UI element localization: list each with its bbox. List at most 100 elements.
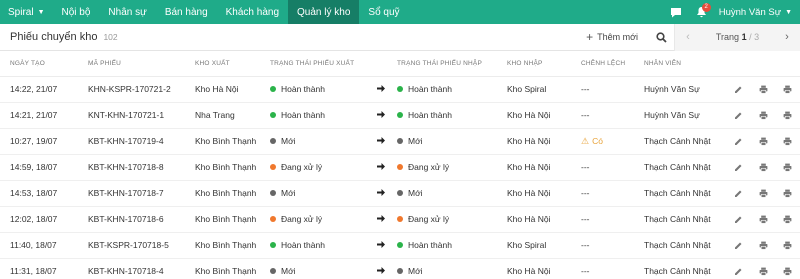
cell-from-warehouse: Kho Bình Thạnh xyxy=(195,180,270,207)
table-row[interactable]: 11:40, 18/07 KBT-KSPR-170718-5 Kho Bình Th… xyxy=(0,232,800,259)
print-icon xyxy=(783,163,792,172)
chat-button[interactable] xyxy=(663,0,689,24)
print-button-alt[interactable] xyxy=(775,76,800,103)
column-header: TRẠNG THÁI PHIẾU NHẬP xyxy=(397,51,507,77)
edit-button[interactable] xyxy=(726,258,751,279)
cell-staff: Thạch Cảnh Nhật xyxy=(644,128,726,155)
table-row[interactable]: 11:31, 18/07 KBT-KHN-170718-4 Kho Bình Thạ… xyxy=(0,258,800,279)
table-row[interactable]: 14:53, 18/07 KBT-KHN-170718-7 Kho Bình Thạ… xyxy=(0,180,800,207)
edit-button[interactable] xyxy=(726,206,751,233)
edit-icon xyxy=(735,268,742,276)
cell-staff: Huỳnh Văn Sự xyxy=(644,102,726,129)
table-row[interactable]: 14:59, 18/07 KBT-KHN-170718-8 Kho Bình Thạ… xyxy=(0,154,800,181)
print-button[interactable] xyxy=(751,102,775,129)
print-button-alt[interactable] xyxy=(775,128,800,155)
out-status-label: Hoàn thành xyxy=(281,84,325,94)
edit-button[interactable] xyxy=(726,154,751,181)
in-status-label: Mới xyxy=(408,266,423,276)
cell-date: 12:02, 18/07 xyxy=(0,206,88,233)
arrow-right-icon xyxy=(377,137,385,144)
notification-badge: 2 xyxy=(701,3,711,12)
nav-item[interactable]: Nhân sự xyxy=(99,0,155,24)
edit-button[interactable] xyxy=(726,102,751,129)
chevron-right-icon[interactable]: › xyxy=(780,31,794,43)
print-button-alt[interactable] xyxy=(775,258,800,279)
pagination: ‹ Trang 1 / 3 › xyxy=(674,23,800,51)
print-icon xyxy=(783,111,792,120)
add-new-button[interactable]: + Thêm mới xyxy=(576,24,648,51)
edit-icon xyxy=(735,242,742,250)
arrow-right-icon xyxy=(377,111,385,118)
print-button[interactable] xyxy=(751,128,775,155)
cell-difference: --- xyxy=(581,154,644,181)
cell-staff: Thạch Cảnh Nhật xyxy=(644,206,726,233)
in-status-label: Đang xử lý xyxy=(408,162,450,172)
cell-in-status: Đang xử lý xyxy=(397,154,507,181)
out-status-label: Mới xyxy=(281,266,296,276)
cell-in-status: Mới xyxy=(397,258,507,279)
table-row[interactable]: 12:02, 18/07 KBT-KHN-170718-6 Kho Bình Thạ… xyxy=(0,206,800,233)
brand-menu[interactable]: Spiral ▼ xyxy=(0,0,53,24)
page-label: Trang xyxy=(715,32,740,42)
cell-difference: ⚠ Có xyxy=(581,128,644,155)
transfer-table: NGÀY TẠO MÃ PHIẾU KHO XUẤT TRẠNG THÁI PHIẾU… xyxy=(0,51,800,279)
nav-item[interactable]: Khách hàng xyxy=(217,0,288,24)
user-menu[interactable]: Huỳnh Văn Sự ▼ xyxy=(715,7,800,18)
edit-button[interactable] xyxy=(726,232,751,259)
table-row[interactable]: 14:22, 21/07 KHN-KSPR-170721-2 Kho Hà Nội H… xyxy=(0,76,800,103)
print-icon xyxy=(759,189,767,198)
in-status-label: Mới xyxy=(408,136,423,146)
cell-out-status: Đang xử lý xyxy=(270,206,377,233)
print-button[interactable] xyxy=(751,154,775,181)
print-icon xyxy=(759,85,767,94)
print-button[interactable] xyxy=(751,180,775,207)
status-dot xyxy=(270,268,276,274)
brand-label: Spiral xyxy=(8,6,34,18)
nav-item[interactable]: Quản lý kho xyxy=(288,0,360,24)
print-button[interactable] xyxy=(751,76,775,103)
nav-item[interactable]: Nội bộ xyxy=(53,0,100,24)
chat-icon xyxy=(670,7,681,17)
navbar-right: 2 Huỳnh Văn Sự ▼ xyxy=(663,0,800,24)
print-button[interactable] xyxy=(751,258,775,279)
out-status-label: Đang xử lý xyxy=(281,162,323,172)
arrow-right-icon xyxy=(377,163,385,170)
in-status-label: Mới xyxy=(408,188,423,198)
cell-from-warehouse: Kho Bình Thạnh xyxy=(195,258,270,279)
edit-button[interactable] xyxy=(726,76,751,103)
search-button[interactable] xyxy=(648,24,674,51)
cell-code: KHN-KSPR-170721-2 xyxy=(88,76,195,103)
print-button-alt[interactable] xyxy=(775,102,800,129)
cell-difference: --- xyxy=(581,102,644,129)
table-row[interactable]: 10:27, 19/07 KBT-KHN-170719-4 Kho Bình Thạ… xyxy=(0,128,800,155)
cell-difference: --- xyxy=(581,76,644,103)
cell-date: 14:53, 18/07 xyxy=(0,180,88,207)
cell-difference: --- xyxy=(581,206,644,233)
table-body: 14:22, 21/07 KHN-KSPR-170721-2 Kho Hà Nội H… xyxy=(0,76,800,279)
arrow-right-icon xyxy=(377,85,385,92)
edit-button[interactable] xyxy=(726,180,751,207)
edit-button[interactable] xyxy=(726,128,751,155)
cell-staff: Thạch Cảnh Nhật xyxy=(644,258,726,279)
chevron-left-icon[interactable]: ‹ xyxy=(681,31,695,43)
notifications-button[interactable]: 2 xyxy=(689,0,715,24)
status-dot xyxy=(270,86,276,92)
print-button[interactable] xyxy=(751,206,775,233)
print-button-alt[interactable] xyxy=(775,154,800,181)
column-header: MÃ PHIẾU xyxy=(88,51,195,77)
print-button-alt[interactable] xyxy=(775,206,800,233)
cell-out-status: Đang xử lý xyxy=(270,154,377,181)
nav-item[interactable]: Bán hàng xyxy=(156,0,217,24)
cell-code: KBT-KHN-170718-6 xyxy=(88,206,195,233)
nav-item[interactable]: Sổ quỹ xyxy=(359,0,408,24)
cell-in-status: Hoàn thành xyxy=(397,232,507,259)
out-status-label: Đang xử lý xyxy=(281,214,323,224)
print-button[interactable] xyxy=(751,232,775,259)
print-button-alt[interactable] xyxy=(775,232,800,259)
arrow-right-icon xyxy=(377,189,385,196)
user-name: Huỳnh Văn Sự xyxy=(718,6,782,18)
cell-from-warehouse: Kho Hà Nội xyxy=(195,76,270,103)
print-button-alt[interactable] xyxy=(775,180,800,207)
print-icon xyxy=(783,267,792,276)
table-row[interactable]: 14:21, 21/07 KNT-KHN-170721-1 Nha Trang Hoà… xyxy=(0,102,800,129)
